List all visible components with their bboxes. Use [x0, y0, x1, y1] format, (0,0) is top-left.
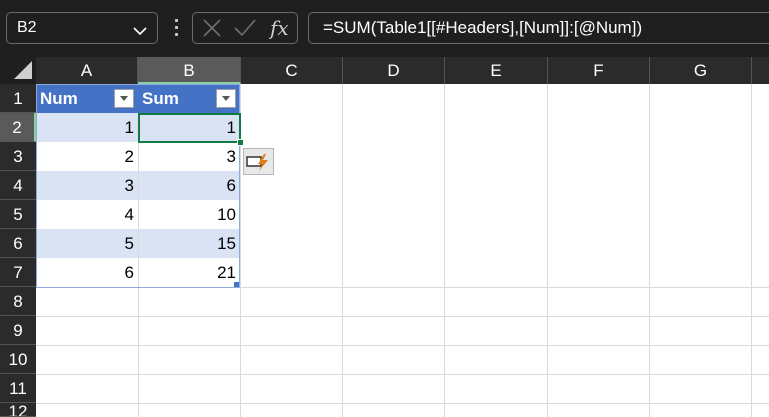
- table-cell[interactable]: 10: [138, 200, 240, 229]
- row-header-8[interactable]: 8: [0, 287, 36, 316]
- table-cell[interactable]: 15: [138, 229, 240, 258]
- column-header-b[interactable]: B: [138, 57, 241, 84]
- column-header-g[interactable]: G: [650, 57, 752, 84]
- column-header-a[interactable]: A: [36, 57, 138, 84]
- table-cell[interactable]: 6: [138, 171, 240, 200]
- table-cell[interactable]: 2: [36, 142, 138, 171]
- name-box[interactable]: B2: [6, 12, 158, 44]
- table-cell[interactable]: 4: [36, 200, 138, 229]
- row-header-6[interactable]: 6: [0, 229, 36, 258]
- table-resize-handle[interactable]: [234, 282, 239, 287]
- cancel-icon[interactable]: [201, 17, 223, 44]
- row-header-9[interactable]: 9: [0, 316, 36, 345]
- row-header-11[interactable]: 11: [0, 374, 36, 403]
- more-options-icon[interactable]: [173, 17, 179, 39]
- table-header-sum[interactable]: Sum: [138, 84, 240, 113]
- formula-text: =SUM(Table1[[#Headers],[Num]]:[@Num]): [323, 18, 643, 37]
- column-header-e[interactable]: E: [445, 57, 548, 84]
- filter-dropdown-icon[interactable]: [216, 89, 236, 108]
- table-cell[interactable]: 3: [138, 142, 240, 171]
- table-header-num[interactable]: Num: [36, 84, 138, 113]
- row-header-3[interactable]: 3: [0, 142, 36, 171]
- header-label: Sum: [142, 89, 179, 108]
- formula-bar-area: B2 fx =SUM(Table1[[#Headers],[Num]]:[@Nu…: [0, 0, 769, 57]
- row-header-12[interactable]: 12: [0, 403, 36, 417]
- row-header-4[interactable]: 4: [0, 171, 36, 200]
- autofill-options-button[interactable]: [243, 148, 274, 175]
- select-all-button[interactable]: [0, 57, 36, 84]
- row-headers: 1 2 3 4 5 6 7 8 9 10 11 12: [0, 84, 36, 417]
- table-cell[interactable]: 5: [36, 229, 138, 258]
- svg-text:fx: fx: [269, 16, 289, 40]
- header-label: Num: [40, 89, 78, 108]
- filter-dropdown-icon[interactable]: [114, 89, 134, 108]
- row-header-10[interactable]: 10: [0, 345, 36, 374]
- formula-input[interactable]: =SUM(Table1[[#Headers],[Num]]:[@Num]): [308, 12, 769, 44]
- table-cell[interactable]: 1: [36, 113, 138, 142]
- row-header-5[interactable]: 5: [0, 200, 36, 229]
- column-header-c[interactable]: C: [241, 57, 343, 84]
- enter-check-icon[interactable]: [233, 17, 257, 44]
- insert-function-icon[interactable]: fx: [268, 15, 293, 46]
- table-cell[interactable]: 21: [138, 258, 240, 287]
- column-header-d[interactable]: D: [343, 57, 445, 84]
- name-box-value: B2: [17, 19, 37, 36]
- row-header-1[interactable]: 1: [0, 84, 36, 113]
- formula-buttons: fx: [192, 12, 298, 44]
- chevron-down-icon[interactable]: [133, 23, 147, 41]
- autofill-icon: [246, 154, 268, 171]
- table-cell[interactable]: 3: [36, 171, 138, 200]
- table-cell[interactable]: 6: [36, 258, 138, 287]
- column-header-f[interactable]: F: [548, 57, 650, 84]
- active-cell-selection: [138, 113, 241, 143]
- column-headers: A B C D E F G: [36, 57, 769, 84]
- row-header-2[interactable]: 2: [0, 113, 36, 142]
- row-header-7[interactable]: 7: [0, 258, 36, 287]
- worksheet-grid[interactable]: Num Sum 1 1 2 3 3 6 4 10 5 15 6 21: [36, 84, 769, 417]
- fill-handle[interactable]: [237, 139, 244, 146]
